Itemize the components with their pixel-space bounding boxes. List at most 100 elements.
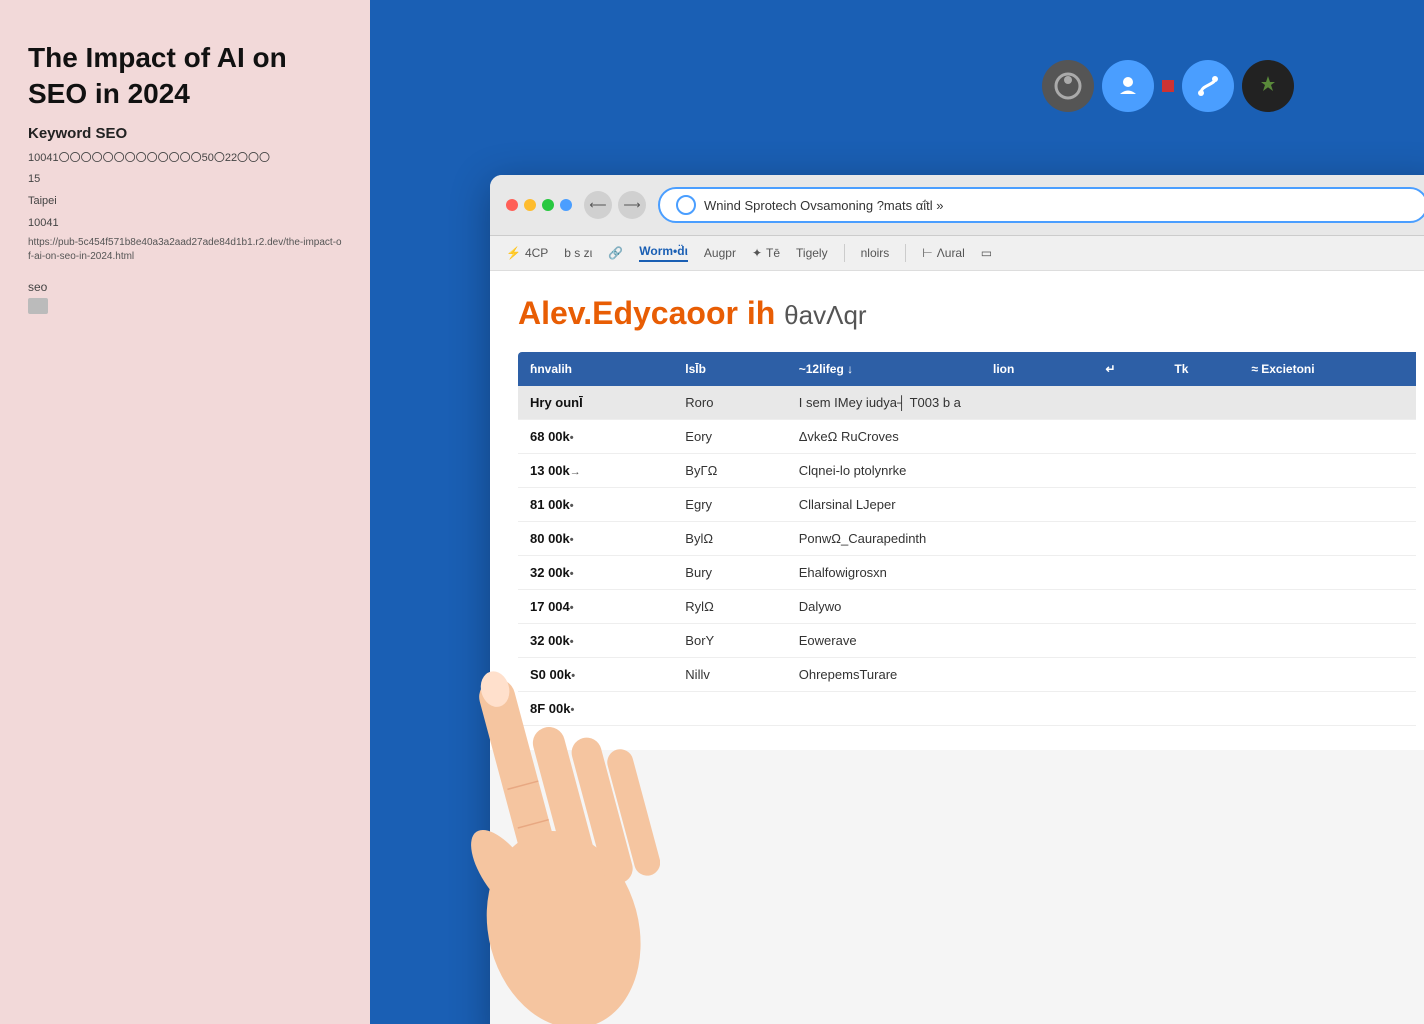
cell-extra1-3 bbox=[1093, 522, 1162, 556]
col-header-1: lsĪb bbox=[673, 352, 786, 386]
table-row: 32 00k• BorΥ Eowerave bbox=[518, 624, 1416, 658]
main-area: ⟵ ⟶ Wnind Sprotech Ovsamoning ?mats αΐtl… bbox=[370, 0, 1424, 1024]
cell-name-1: Clqnei-lo ptolynrke bbox=[787, 454, 1094, 488]
table-row: 32 00k• Bury Ehalfowigrosxn bbox=[518, 556, 1416, 590]
toolbar-item-9[interactable]: ⊢ Ʌural bbox=[922, 246, 964, 260]
cell-extra3-1 bbox=[1239, 454, 1416, 488]
cell-extra3-0 bbox=[1239, 420, 1416, 454]
cell-vol-0: 68 00k• bbox=[518, 420, 673, 454]
back-icon: ⟵ bbox=[589, 198, 606, 212]
toolbar-icon-9: ⊢ bbox=[922, 246, 932, 260]
browser-logo bbox=[676, 195, 696, 215]
cell-extra1-5 bbox=[1093, 590, 1162, 624]
cell-extra3-4 bbox=[1239, 556, 1416, 590]
cell-type-1: ByΓΩ bbox=[673, 454, 786, 488]
browser-content: Alev.Edycaoor ih θavΛqr ɦnvalih lsĪb ~12… bbox=[490, 271, 1424, 750]
address-bar[interactable]: Wnind Sprotech Ovsamoning ?mats αΐtl » bbox=[658, 187, 1424, 223]
col-header-0: ɦnvalih bbox=[518, 352, 673, 386]
cell-extra2-7 bbox=[1162, 658, 1239, 692]
toolbar-item-1[interactable]: ⚡ 4CP bbox=[506, 246, 548, 260]
toolbar-icon-10: ▭ bbox=[981, 246, 992, 260]
heading-color: Edycaoor bbox=[592, 295, 738, 331]
cell-name-8 bbox=[787, 692, 1094, 726]
toolbar-item-2[interactable]: b s zι bbox=[564, 246, 592, 260]
cell-vol-2: 81 00k• bbox=[518, 488, 673, 522]
meta-line2: 15 bbox=[28, 171, 342, 189]
meta-line4: 10041 bbox=[28, 215, 342, 233]
cell-extra3-7 bbox=[1239, 658, 1416, 692]
heading-sub: ih bbox=[738, 295, 775, 331]
heading-extra: θavΛqr bbox=[784, 300, 866, 330]
cell-vol-6: 32 00k• bbox=[518, 624, 673, 658]
cell-name-5: Dalywo bbox=[787, 590, 1094, 624]
toolbar-label-6: Tē bbox=[766, 246, 780, 260]
cell-name-6: Eowerave bbox=[787, 624, 1094, 658]
toolbar-item-10[interactable]: ▭ bbox=[981, 246, 992, 260]
minimize-button[interactable] bbox=[524, 199, 536, 211]
toolbar-label-5: Augpr bbox=[704, 246, 736, 260]
cell-name-4: Ehalfowigrosxn bbox=[787, 556, 1094, 590]
icon-circle-2 bbox=[1102, 60, 1154, 112]
toolbar-item-5[interactable]: Augpr bbox=[704, 246, 736, 260]
browser-nav: ⟵ ⟶ bbox=[584, 191, 646, 219]
table-row: 8F 00k• bbox=[518, 692, 1416, 726]
cell-name-0: ΔvkeΩ RuCroves bbox=[787, 420, 1094, 454]
toolbar-label-4: Worm•d̈ι bbox=[639, 244, 688, 258]
cell-extra2-2 bbox=[1162, 488, 1239, 522]
cell-type-8 bbox=[673, 692, 786, 726]
table-row: 68 00k• Eory ΔvkeΩ RuCroves bbox=[518, 420, 1416, 454]
cell-extra1-0 bbox=[1093, 420, 1162, 454]
cell-extra2-5 bbox=[1162, 590, 1239, 624]
cell-vol-3: 80 00k• bbox=[518, 522, 673, 556]
cell-extra3-6 bbox=[1239, 624, 1416, 658]
extra-button[interactable] bbox=[560, 199, 572, 211]
cell-extra2-6 bbox=[1162, 624, 1239, 658]
toolbar-item-4[interactable]: Worm•d̈ι bbox=[639, 244, 688, 262]
icon-circle-1 bbox=[1042, 60, 1094, 112]
top-icons-bar bbox=[1042, 60, 1294, 112]
cell-extra2-1 bbox=[1162, 454, 1239, 488]
table-row: 13 00k→ ByΓΩ Clqnei-lo ptolynrke bbox=[518, 454, 1416, 488]
table-header-row: ɦnvalih lsĪb ~12lifeg ↓ lion ↵ Tk ≈ Exci… bbox=[518, 352, 1416, 386]
meta-line1: 10041〇〇〇〇〇〇〇〇〇〇〇〇〇50〇22〇〇〇 bbox=[28, 150, 342, 168]
subheader-2: I sem IMey iudya┤ T003 b a bbox=[787, 386, 1416, 420]
browser-chrome: ⟵ ⟶ Wnind Sprotech Ovsamoning ?mats αΐtl… bbox=[490, 175, 1424, 236]
cell-extra1-7 bbox=[1093, 658, 1162, 692]
toolbar-icon-3: 🔗 bbox=[608, 246, 623, 260]
cell-extra1-6 bbox=[1093, 624, 1162, 658]
table-subheader-row: Hry ounĪ Roro I sem IMey iudya┤ T003 b a bbox=[518, 386, 1416, 420]
cell-name-7: OhrepemsTurare bbox=[787, 658, 1094, 692]
cell-type-6: BorΥ bbox=[673, 624, 786, 658]
cell-type-5: RylΩ bbox=[673, 590, 786, 624]
back-button[interactable]: ⟵ bbox=[584, 191, 612, 219]
cell-vol-1: 13 00k→ bbox=[518, 454, 673, 488]
address-text: Wnind Sprotech Ovsamoning ?mats αΐtl » bbox=[704, 198, 1410, 213]
cell-type-2: Egry bbox=[673, 488, 786, 522]
toolbar-item-3[interactable]: 🔗 bbox=[608, 246, 623, 260]
toolbar-icon-1: ⚡ bbox=[506, 246, 521, 260]
cell-extra2-4 bbox=[1162, 556, 1239, 590]
table-row: 81 00k• Egry Cllarsinal LJeper bbox=[518, 488, 1416, 522]
table-row: 17 004• RylΩ Dalywo bbox=[518, 590, 1416, 624]
tag-label: seo bbox=[28, 280, 342, 294]
toolbar-item-8[interactable]: nloirs bbox=[861, 246, 890, 260]
cell-extra3-3 bbox=[1239, 522, 1416, 556]
cell-type-4: Bury bbox=[673, 556, 786, 590]
close-button[interactable] bbox=[506, 199, 518, 211]
cell-name-2: Cllarsinal LJeper bbox=[787, 488, 1094, 522]
maximize-button[interactable] bbox=[542, 199, 554, 211]
cell-extra1-8 bbox=[1093, 692, 1162, 726]
col-header-5: Tk bbox=[1162, 352, 1239, 386]
cell-extra1-2 bbox=[1093, 488, 1162, 522]
col-header-6: ≈ Excietoni bbox=[1239, 352, 1416, 386]
toolbar-label-8: nloirs bbox=[861, 246, 890, 260]
cell-type-0: Eory bbox=[673, 420, 786, 454]
toolbar-item-6[interactable]: ✦ Tē bbox=[752, 246, 780, 260]
forward-button[interactable]: ⟶ bbox=[618, 191, 646, 219]
toolbar-item-7[interactable]: Tigely bbox=[796, 246, 828, 260]
subheader-0: Hry ounĪ bbox=[518, 386, 673, 420]
toolbar-label-9: Ʌural bbox=[937, 246, 965, 260]
table-row: 80 00k• BylΩ PonwΩ_Caurapedinth bbox=[518, 522, 1416, 556]
cell-extra2-3 bbox=[1162, 522, 1239, 556]
subheader-1: Roro bbox=[673, 386, 786, 420]
